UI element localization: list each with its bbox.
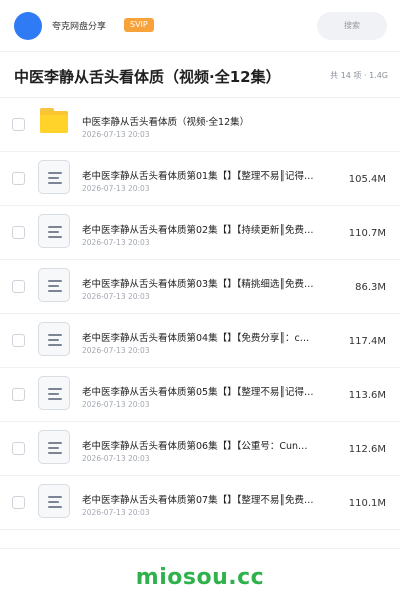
file-name[interactable]: 老中医李静从舌头看体质第06集【】【公重号：Cun… <box>82 438 352 452</box>
file-row[interactable]: 老中医李静从舌头看体质第05集【】【整理不易║记得… 2026-07-13 20:… <box>0 368 400 422</box>
share-username: 夸克网盘分享 <box>52 22 107 32</box>
checkbox-icon[interactable] <box>12 496 25 509</box>
file-name[interactable]: 老中医李静从舌头看体质第05集【】【整理不易║记得… <box>82 384 352 398</box>
file-date: 2026-07-13 20:03 <box>82 346 150 355</box>
file-size: 86.3M <box>355 282 386 293</box>
file-name[interactable]: 老中医李静从舌头看体质第01集【】【整理不易║记得… <box>82 168 352 182</box>
file-name[interactable]: 老中医李静从舌头看体质第03集【】【精挑细选║免费… <box>82 276 352 290</box>
top-bar: 夸克网盘分享 SVIP 搜索 <box>0 0 400 52</box>
file-row[interactable]: 老中医李静从舌头看体质第02集【】【持续更新║免费… 2026-07-13 20:… <box>0 206 400 260</box>
file-date: 2026-07-13 20:03 <box>82 454 150 463</box>
title-row: 中医李静从舌头看体质（视频·全12集） 共 14 项 · 1.4G <box>0 52 400 98</box>
file-name[interactable]: 中医李静从舌头看体质（视频·全12集） <box>82 114 352 128</box>
file-date: 2026-07-13 20:03 <box>82 400 150 409</box>
item-count-size: 共 14 项 · 1.4G <box>330 71 388 80</box>
page-title: 中医李静从舌头看体质（视频·全12集） <box>14 68 281 86</box>
file-date: 2026-07-13 20:03 <box>82 130 150 139</box>
checkbox-icon[interactable] <box>12 388 25 401</box>
file-row[interactable]: 老中医李静从舌头看体质第01集【】【整理不易║记得… 2026-07-13 20:… <box>0 152 400 206</box>
brand-logo-text: miosou.cc <box>135 565 265 590</box>
file-size: 113.6M <box>348 390 386 401</box>
file-row[interactable]: 老中医李静从舌头看体质第03集【】【精挑细选║免费… 2026-07-13 20:… <box>0 260 400 314</box>
file-date: 2026-07-13 20:03 <box>82 292 150 301</box>
avatar[interactable] <box>14 12 42 40</box>
folder-icon <box>40 108 68 134</box>
file-size: 110.1M <box>348 498 386 509</box>
file-name[interactable]: 老中医李静从舌头看体质第07集【】【整理不易║免费… <box>82 492 352 506</box>
file-row[interactable]: 老中医李静从舌头看体质第06集【】【公重号：Cun… 2026-07-13 20:… <box>0 422 400 476</box>
file-size: 110.7M <box>348 228 386 239</box>
search-input[interactable]: 搜索 <box>317 12 387 40</box>
file-list: 中医李静从舌头看体质（视频·全12集） 2026-07-13 20:03 老中医李静… <box>0 98 400 530</box>
document-icon <box>38 214 70 248</box>
document-icon <box>38 484 70 518</box>
folder-row[interactable]: 中医李静从舌头看体质（视频·全12集） 2026-07-13 20:03 <box>0 98 400 152</box>
file-row[interactable]: 老中医李静从舌头看体质第07集【】【整理不易║免费… 2026-07-13 20:… <box>0 476 400 530</box>
document-icon <box>38 376 70 410</box>
file-date: 2026-07-13 20:03 <box>82 508 150 517</box>
file-size: 112.6M <box>348 444 386 455</box>
file-name[interactable]: 老中医李静从舌头看体质第02集【】【持续更新║免费… <box>82 222 352 236</box>
vip-badge: SVIP <box>124 18 154 32</box>
checkbox-icon[interactable] <box>12 442 25 455</box>
file-size: 117.4M <box>348 336 386 347</box>
file-date: 2026-07-13 20:03 <box>82 184 150 193</box>
file-size: 105.4M <box>348 174 386 185</box>
checkbox-icon[interactable] <box>12 226 25 239</box>
footer: miosou.cc <box>0 548 400 600</box>
document-icon <box>38 268 70 302</box>
document-icon <box>38 430 70 464</box>
checkbox-icon[interactable] <box>12 280 25 293</box>
file-name[interactable]: 老中医李静从舌头看体质第04集【】【免费分享║：c… <box>82 330 352 344</box>
document-icon <box>38 160 70 194</box>
file-row[interactable]: 老中医李静从舌头看体质第04集【】【免费分享║：c… 2026-07-13 20:… <box>0 314 400 368</box>
document-icon <box>38 322 70 356</box>
checkbox-icon[interactable] <box>12 334 25 347</box>
checkbox-icon[interactable] <box>12 118 25 131</box>
checkbox-icon[interactable] <box>12 172 25 185</box>
file-date: 2026-07-13 20:03 <box>82 238 150 247</box>
